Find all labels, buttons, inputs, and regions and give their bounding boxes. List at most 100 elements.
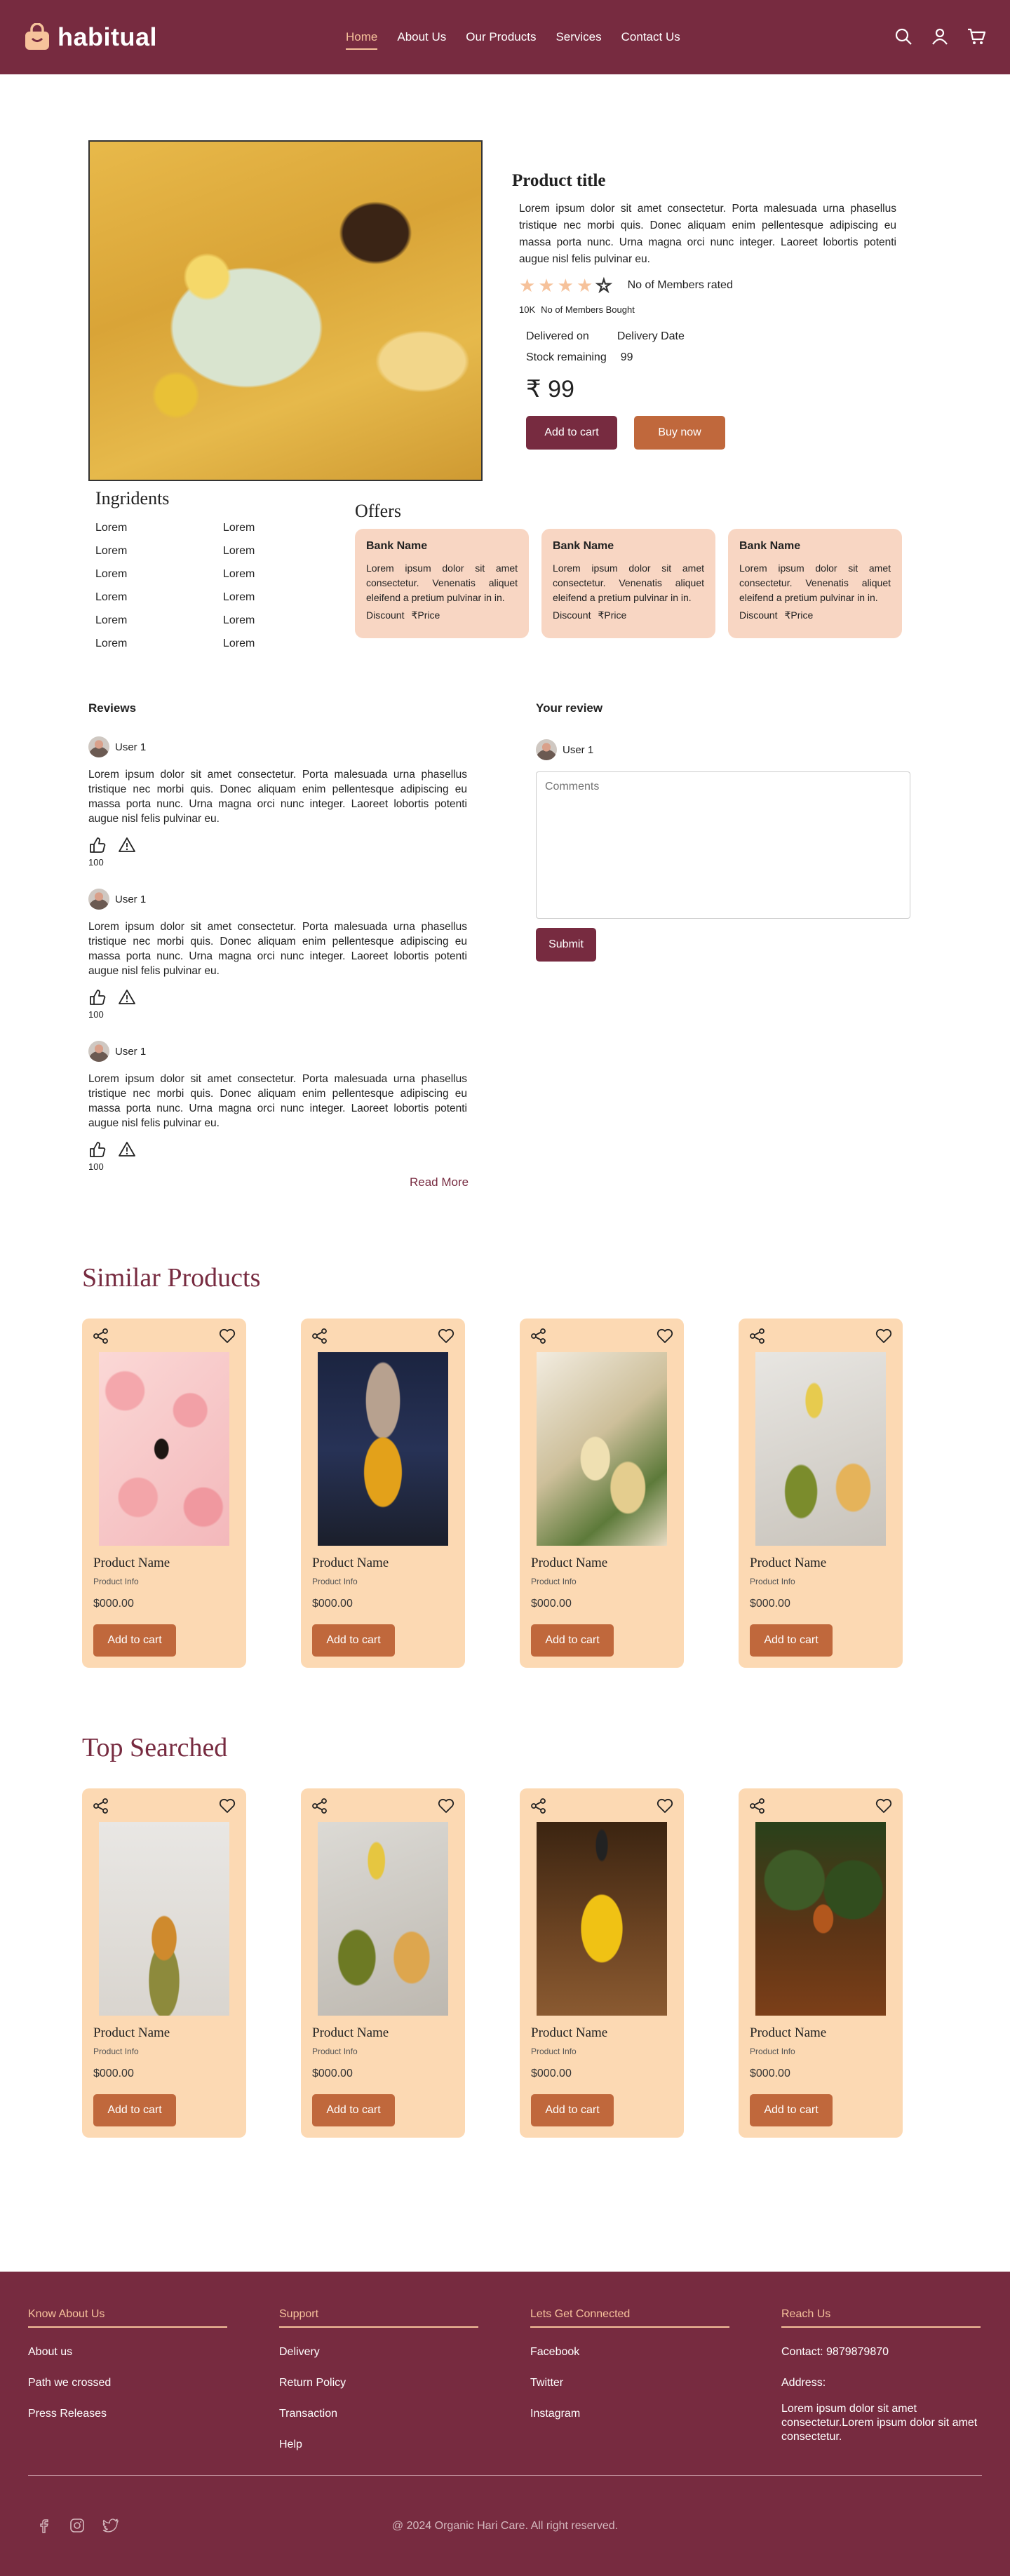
read-more-link[interactable]: Read More xyxy=(410,1175,469,1189)
share-icon[interactable] xyxy=(748,1797,767,1815)
review-text: Lorem ipsum dolor sit amet consectetur. … xyxy=(88,921,467,977)
thumbs-up-icon[interactable] xyxy=(88,1140,107,1159)
product-card[interactable]: Product Name Product Info $000.00 Add to… xyxy=(82,1319,246,1668)
product-image[interactable] xyxy=(99,1352,229,1546)
star-icon[interactable]: ★ xyxy=(538,276,554,295)
product-image[interactable] xyxy=(318,1822,448,2016)
nav-about-us[interactable]: About Us xyxy=(397,26,446,48)
footer-link-path[interactable]: Path we crossed xyxy=(28,2377,227,2389)
similar-products-title: Similar Products xyxy=(82,1263,261,1293)
offer-card[interactable]: Bank Name Lorem ipsum dolor sit amet con… xyxy=(355,529,529,638)
add-to-cart-button[interactable]: Add to cart xyxy=(526,416,617,450)
submit-review-button[interactable]: Submit xyxy=(536,928,596,962)
star-outline-icon[interactable]: ☆ xyxy=(595,276,612,295)
share-icon[interactable] xyxy=(748,1327,767,1345)
offer-card[interactable]: Bank Name Lorem ipsum dolor sit amet con… xyxy=(728,529,902,638)
stock-info: Stock remaining 99 xyxy=(526,351,896,364)
heart-icon[interactable] xyxy=(218,1327,236,1345)
heart-icon[interactable] xyxy=(875,1327,893,1345)
avatar xyxy=(88,889,109,910)
search-icon[interactable] xyxy=(894,27,913,46)
heart-icon[interactable] xyxy=(656,1327,674,1345)
share-icon[interactable] xyxy=(92,1327,110,1345)
like-count: 100 xyxy=(88,1161,104,1172)
footer-link-help[interactable]: Help xyxy=(279,2439,478,2451)
star-icon[interactable]: ★ xyxy=(558,276,574,295)
report-warning-icon[interactable] xyxy=(118,988,136,1006)
comment-input[interactable] xyxy=(536,771,910,919)
product-image[interactable] xyxy=(318,1352,448,1546)
thumbs-up-icon[interactable] xyxy=(88,988,107,1006)
footer-heading: Reach Us xyxy=(781,2308,981,2328)
nav-home[interactable]: Home xyxy=(346,26,378,50)
add-to-cart-button[interactable]: Add to cart xyxy=(750,2094,833,2126)
thumbs-up-icon[interactable] xyxy=(88,836,107,854)
product-card[interactable]: Product Name Product Info $000.00 Add to… xyxy=(520,1319,684,1668)
heart-icon[interactable] xyxy=(218,1797,236,1815)
footer-link-twitter[interactable]: Twitter xyxy=(530,2377,729,2389)
product-image[interactable] xyxy=(537,1822,667,2016)
add-to-cart-button[interactable]: Add to cart xyxy=(531,1624,614,1657)
heart-icon[interactable] xyxy=(656,1797,674,1815)
add-to-cart-button[interactable]: Add to cart xyxy=(312,2094,395,2126)
star-icon[interactable]: ★ xyxy=(577,276,593,295)
add-to-cart-button[interactable]: Add to cart xyxy=(93,2094,176,2126)
share-icon[interactable] xyxy=(311,1797,329,1815)
footer-link-press[interactable]: Press Releases xyxy=(28,2408,227,2420)
product-image[interactable] xyxy=(755,1822,886,2016)
footer-link-facebook[interactable]: Facebook xyxy=(530,2346,729,2359)
cart-icon[interactable] xyxy=(967,27,986,46)
product-card[interactable]: Product Name Product Info $000.00 Add to… xyxy=(301,1788,465,2138)
footer-link-instagram[interactable]: Instagram xyxy=(530,2408,729,2420)
product-card[interactable]: Product Name Product Info $000.00 Add to… xyxy=(739,1788,903,2138)
user-icon[interactable] xyxy=(930,27,950,46)
share-icon[interactable] xyxy=(311,1327,329,1345)
logo[interactable]: habitual xyxy=(24,22,157,52)
add-to-cart-button[interactable]: Add to cart xyxy=(312,1624,395,1657)
product-image[interactable] xyxy=(99,1822,229,2016)
product-price: $000.00 xyxy=(312,1598,353,1610)
product-info: Product Info xyxy=(531,1577,577,1586)
footer-link-about-us[interactable]: About us xyxy=(28,2346,227,2359)
offer-price: ₹Price xyxy=(411,609,440,621)
review-username: User 1 xyxy=(115,741,147,753)
offer-card[interactable]: Bank Name Lorem ipsum dolor sit amet con… xyxy=(541,529,715,638)
review-username: User 1 xyxy=(115,893,147,905)
product-card[interactable]: Product Name Product Info $000.00 Add to… xyxy=(301,1319,465,1668)
star-icon[interactable]: ★ xyxy=(519,276,535,295)
heart-icon[interactable] xyxy=(875,1797,893,1815)
footer-link-return[interactable]: Return Policy xyxy=(279,2377,478,2389)
report-warning-icon[interactable] xyxy=(118,1140,136,1159)
product-card[interactable]: Product Name Product Info $000.00 Add to… xyxy=(520,1788,684,2138)
product-price: $000.00 xyxy=(93,2068,134,2079)
stock-value: 99 xyxy=(620,351,633,363)
product-info: Product Info xyxy=(531,2046,577,2056)
add-to-cart-button[interactable]: Add to cart xyxy=(93,1624,176,1657)
heart-icon[interactable] xyxy=(437,1797,455,1815)
product-card[interactable]: Product Name Product Info $000.00 Add to… xyxy=(739,1319,903,1668)
add-to-cart-button[interactable]: Add to cart xyxy=(531,2094,614,2126)
product-card[interactable]: Product Name Product Info $000.00 Add to… xyxy=(82,1788,246,2138)
product-image[interactable] xyxy=(755,1352,886,1546)
delivery-info: Delivered on Delivery Date xyxy=(526,330,896,343)
footer-link-delivery[interactable]: Delivery xyxy=(279,2346,478,2359)
share-icon[interactable] xyxy=(92,1797,110,1815)
offer-bank-name: Bank Name xyxy=(366,540,428,552)
nav-contact-us[interactable]: Contact Us xyxy=(621,26,680,48)
footer-link-transaction[interactable]: Transaction xyxy=(279,2408,478,2420)
share-icon[interactable] xyxy=(530,1797,548,1815)
add-to-cart-button[interactable]: Add to cart xyxy=(750,1624,833,1657)
product-price: ₹ 99 xyxy=(526,376,574,403)
product-image[interactable] xyxy=(537,1352,667,1546)
ingredients: Ingridents Lorem Lorem Lorem Lorem Lorem… xyxy=(95,488,299,650)
product-price: $000.00 xyxy=(312,2068,353,2079)
avatar xyxy=(88,736,109,757)
share-icon[interactable] xyxy=(530,1327,548,1345)
heart-icon[interactable] xyxy=(437,1327,455,1345)
offer-discount: Discount xyxy=(553,609,591,621)
nav-our-products[interactable]: Our Products xyxy=(466,26,536,48)
report-warning-icon[interactable] xyxy=(118,836,136,854)
buy-now-button[interactable]: Buy now xyxy=(634,416,725,450)
nav-services[interactable]: Services xyxy=(556,26,601,48)
footer-address: Lorem ipsum dolor sit amet consectetur.L… xyxy=(781,2403,978,2443)
